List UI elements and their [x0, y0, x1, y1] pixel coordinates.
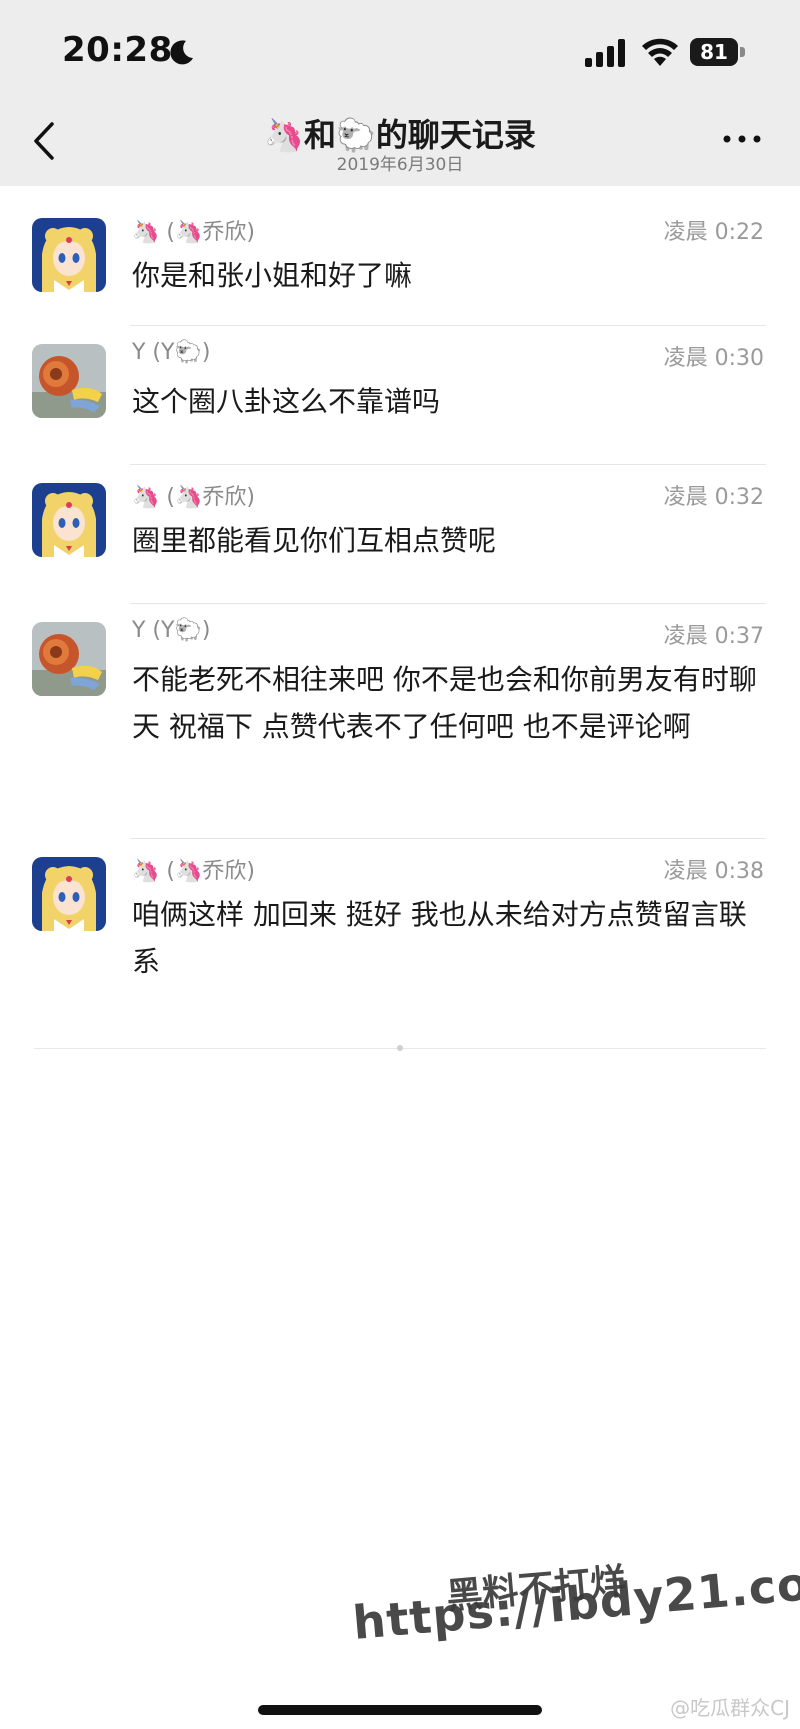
home-indicator[interactable] — [258, 1705, 542, 1715]
weibo-credit: @吃瓜群众CJ — [670, 1696, 790, 1720]
avatar[interactable] — [32, 857, 106, 931]
message-list: 🦄 (🦄乔欣) 凌晨 0:22 你是和张小姐和好了嘛 Y (Y🐑) 凌晨 0:3… — [0, 200, 800, 1019]
battery-icon: 81 — [690, 38, 746, 66]
message-time: 凌晨 0:32 — [663, 485, 764, 510]
sender-name: Y (Y🐑) — [132, 340, 211, 365]
avatar[interactable] — [32, 344, 106, 418]
sender-name: 🦄 (🦄乔欣) — [132, 220, 255, 245]
moon-icon — [170, 40, 193, 65]
message-time: 凌晨 0:30 — [663, 346, 764, 371]
avatar[interactable] — [32, 483, 106, 557]
anime-girl-avatar-icon — [32, 483, 106, 557]
more-options-icon[interactable] — [720, 124, 764, 154]
message-text: 圈里都能看见你们互相点赞呢 — [132, 524, 497, 557]
wifi-icon — [642, 38, 678, 66]
message-text: 不能老死不相往来吧 你不是也会和你前男友有时聊天 祝福下 点赞代表不了任何吧 也… — [132, 663, 757, 743]
flower-photo-avatar-icon — [32, 344, 106, 418]
message-item[interactable]: Y (Y🐑) 凌晨 0:30 这个圈八卦这么不靠谱吗 — [0, 326, 800, 465]
message-time: 凌晨 0:38 — [663, 859, 764, 884]
anime-girl-avatar-icon — [32, 857, 106, 931]
status-time: 20:28 — [62, 30, 173, 70]
message-item[interactable]: 🦄 (🦄乔欣) 凌晨 0:38 咱俩这样 加回来 挺好 我也从未给对方点赞留言联… — [0, 839, 800, 1019]
message-time: 凌晨 0:22 — [663, 220, 764, 245]
message-text: 你是和张小姐和好了嘛 — [132, 259, 413, 292]
message-text: 这个圈八卦这么不靠谱吗 — [132, 385, 441, 418]
avatar[interactable] — [32, 218, 106, 292]
sender-name: Y (Y🐑) — [132, 618, 211, 643]
top-bar: 20:28 81 🦄和🐑的聊天记录 2019年6月30日 — [0, 0, 800, 186]
end-of-list-dot — [397, 1045, 403, 1051]
message-item[interactable]: Y (Y🐑) 凌晨 0:37 不能老死不相往来吧 你不是也会和你前男友有时聊天 … — [0, 604, 800, 839]
avatar[interactable] — [32, 622, 106, 696]
chat-history-date: 2019年6月30日 — [336, 155, 464, 175]
message-item[interactable]: 🦄 (🦄乔欣) 凌晨 0:22 你是和张小姐和好了嘛 — [0, 200, 800, 326]
nav-bar: 🦄和🐑的聊天记录 2019年6月30日 — [0, 104, 800, 186]
anime-girl-avatar-icon — [32, 218, 106, 292]
flower-photo-avatar-icon — [32, 622, 106, 696]
message-item[interactable]: 🦄 (🦄乔欣) 凌晨 0:32 圈里都能看见你们互相点赞呢 — [0, 465, 800, 604]
signal-icon — [585, 39, 625, 67]
status-bar: 20:28 81 — [0, 0, 800, 104]
sender-name: 🦄 (🦄乔欣) — [132, 859, 255, 884]
battery-level: 81 — [700, 40, 728, 64]
message-time: 凌晨 0:37 — [663, 624, 764, 649]
sender-name: 🦄 (🦄乔欣) — [132, 485, 255, 510]
message-text: 咱俩这样 加回来 挺好 我也从未给对方点赞留言联系 — [132, 898, 747, 978]
